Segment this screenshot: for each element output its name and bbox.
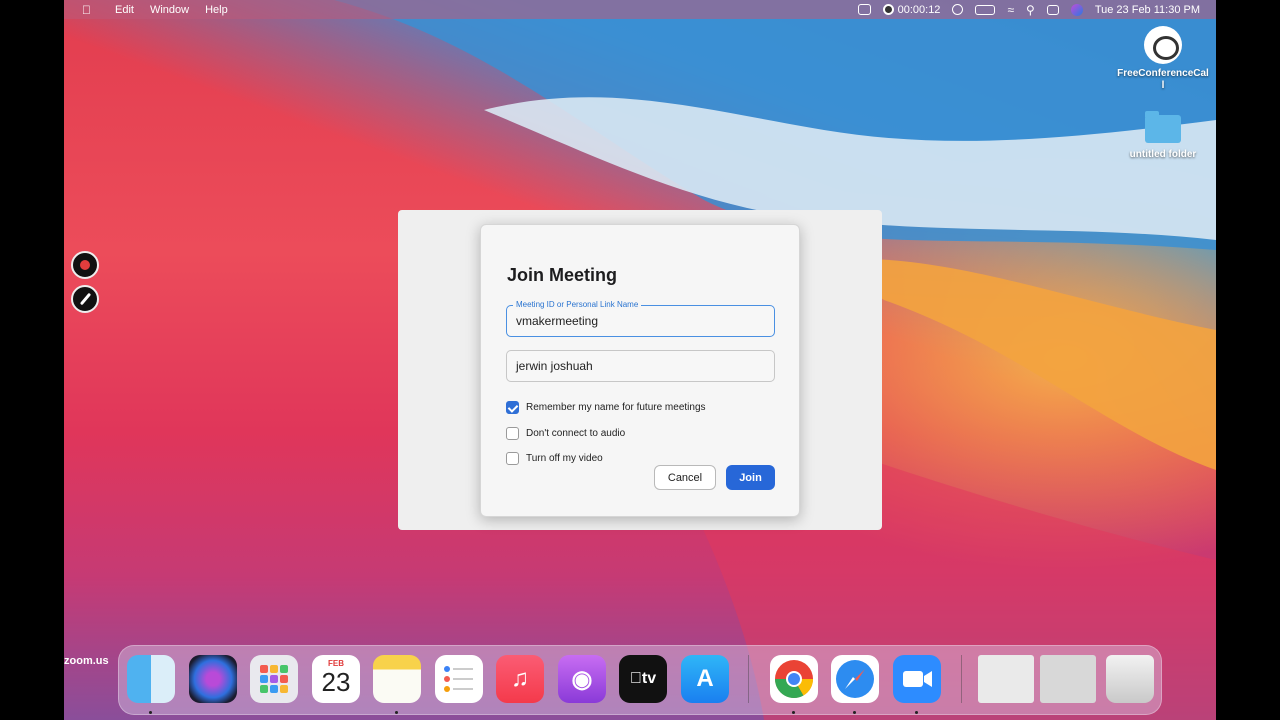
join-button[interactable]: Join	[726, 465, 775, 490]
menu-help[interactable]: Help	[205, 4, 238, 16]
tv-glyph-icon: tv	[630, 670, 656, 687]
safari-compass	[836, 660, 874, 698]
notes-icon[interactable]	[373, 655, 421, 703]
display-name-value: jerwin joshuah	[516, 359, 593, 373]
reminders-list	[444, 666, 473, 692]
folder-icon	[1145, 111, 1181, 143]
cancel-button[interactable]: Cancel	[654, 465, 716, 490]
phone-icon	[1144, 26, 1182, 64]
calendar-day: 23	[321, 667, 351, 697]
recent-window-thumbnail-1[interactable]	[978, 655, 1034, 703]
menu-bar:  zoom.us Edit Window Help 00:00:12 ≈ ⚲ …	[64, 0, 1216, 667]
meeting-id-value: vmakermeeting	[516, 314, 599, 328]
desktop-icon-freeconferencecall[interactable]: FreeConferenceCall	[1113, 26, 1213, 92]
no-audio-option[interactable]: Don't connect to audio	[506, 427, 625, 440]
meeting-id-input[interactable]: Meeting ID or Personal Link Name vmakerm…	[506, 300, 775, 337]
menu-edit[interactable]: Edit	[115, 4, 144, 16]
annotate-brush-icon[interactable]	[71, 285, 99, 313]
zoom-status-icon[interactable]	[857, 4, 871, 15]
dock-separator	[961, 655, 962, 703]
menu-window[interactable]: Window	[150, 4, 199, 16]
join-meeting-dialog: Join Meeting Meeting ID or Personal Link…	[480, 224, 800, 517]
running-indicator	[395, 711, 398, 714]
zoom-app-icon[interactable]	[893, 655, 941, 703]
music-note-icon: ♫	[511, 665, 529, 692]
screen-record-icon[interactable]	[71, 251, 99, 279]
safari-icon[interactable]	[831, 655, 879, 703]
podcast-mic-icon: ◉	[571, 665, 593, 693]
finder-icon[interactable]	[127, 655, 175, 703]
chrome-logo	[774, 660, 814, 699]
remember-name-label: Remember my name for future meetings	[526, 402, 706, 413]
app-store-icon[interactable]: A	[681, 655, 729, 703]
chrome-icon[interactable]	[770, 655, 818, 703]
video-off-option[interactable]: Turn off my video	[506, 452, 603, 465]
no-audio-label: Don't connect to audio	[526, 428, 626, 439]
zoom-camera-icon	[903, 671, 932, 687]
remember-name-checkbox[interactable]	[506, 401, 519, 414]
dock-separator	[748, 655, 749, 703]
record-icon	[882, 4, 894, 15]
recording-timer[interactable]: 00:00:12	[882, 3, 941, 16]
music-icon[interactable]: ♫	[496, 655, 544, 703]
menu-app-name[interactable]: zoom.us	[64, 655, 112, 703]
trash-icon[interactable]	[1106, 655, 1154, 703]
podcasts-icon[interactable]: ◉	[558, 655, 606, 703]
date-time[interactable]: Tue 23 Feb 11:30 PM	[1095, 4, 1200, 16]
recording-time: 00:00:12	[897, 3, 941, 16]
recent-window-thumbnail-2[interactable]	[1040, 655, 1096, 703]
wifi-icon[interactable]: ≈	[1007, 3, 1014, 17]
search-icon[interactable]: ⚲	[1026, 3, 1035, 17]
control-center-icon[interactable]	[1046, 4, 1059, 15]
reminders-icon[interactable]	[435, 655, 483, 703]
battery-icon[interactable]	[975, 4, 996, 15]
apple-menu-icon[interactable]: 	[82, 3, 91, 17]
dialog-title: Join Meeting	[507, 265, 618, 285]
remember-name-option[interactable]: Remember my name for future meetings	[506, 401, 706, 414]
running-indicator	[915, 711, 918, 714]
video-off-checkbox[interactable]	[506, 452, 519, 465]
meeting-id-label: Meeting ID or Personal Link Name	[513, 300, 642, 309]
apple-tv-icon[interactable]: tv	[619, 655, 667, 703]
video-off-label: Turn off my video	[526, 453, 603, 464]
calendar-icon[interactable]: FEB 23	[312, 655, 360, 703]
display-name-input[interactable]: jerwin joshuah	[506, 350, 775, 382]
desktop-icon-untitled-folder[interactable]: untitled folder	[1113, 111, 1213, 160]
desktop-icon-label: FreeConferenceCall	[1117, 68, 1209, 91]
play-icon[interactable]	[952, 4, 964, 15]
desktop-icon-label: untitled folder	[1129, 149, 1197, 160]
launchpad-icon[interactable]	[250, 655, 298, 703]
siri-icon[interactable]	[1070, 3, 1083, 16]
running-indicator	[853, 711, 856, 714]
running-indicator	[792, 711, 795, 714]
app-store-glyph-icon: A	[696, 665, 714, 692]
launchpad-grid	[260, 665, 288, 693]
siri-app-icon[interactable]	[189, 655, 237, 703]
running-indicator	[149, 711, 152, 714]
no-audio-checkbox[interactable]	[506, 427, 519, 440]
